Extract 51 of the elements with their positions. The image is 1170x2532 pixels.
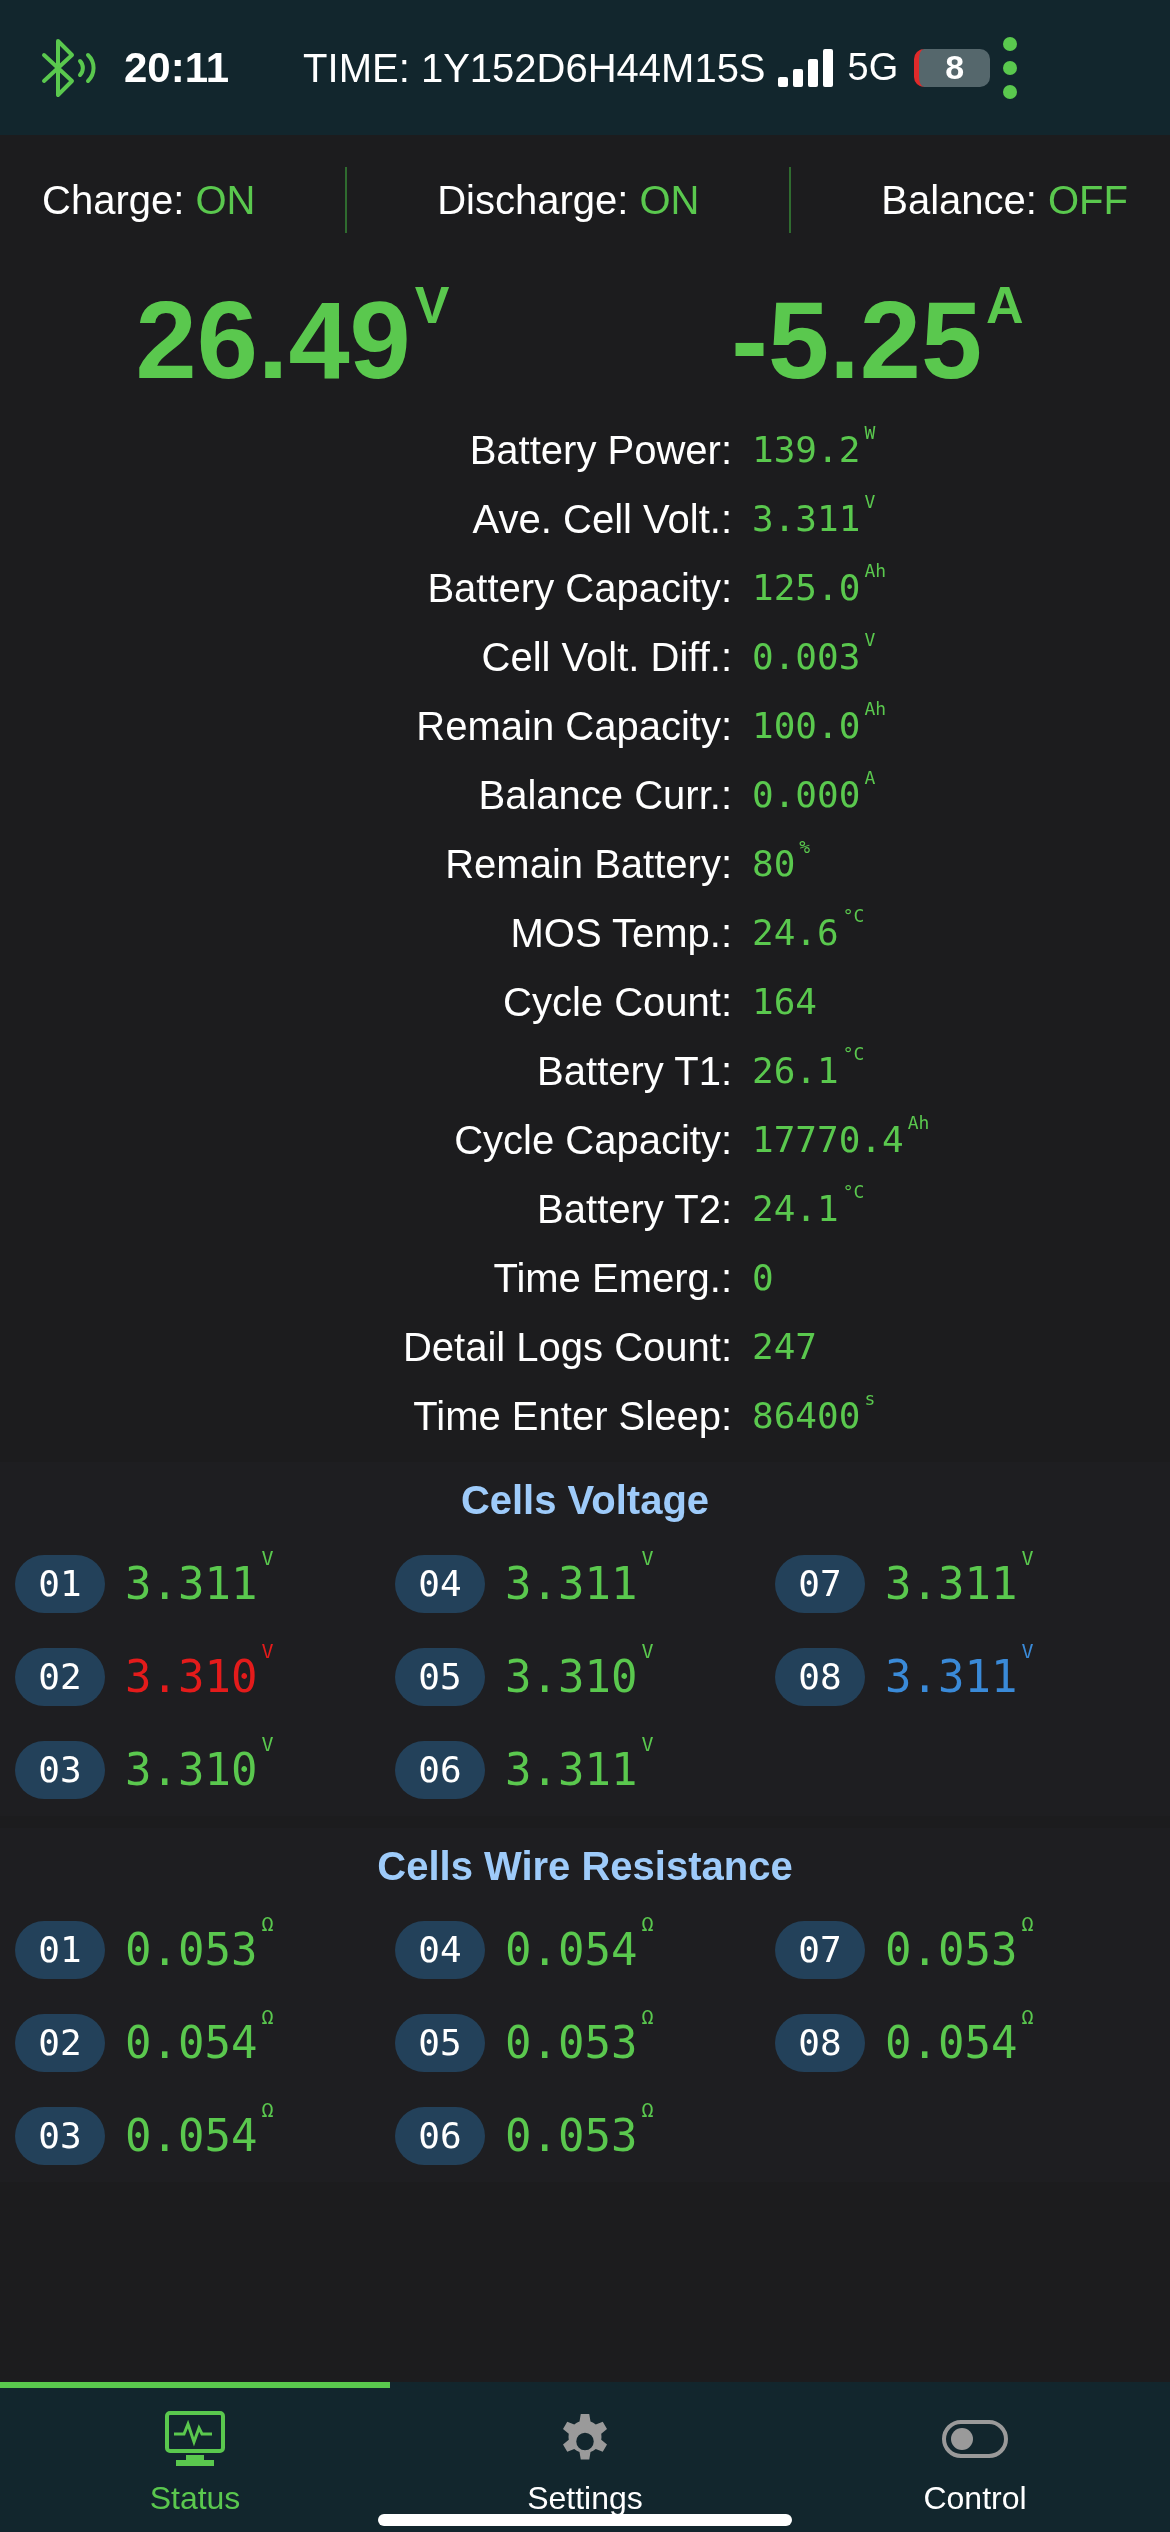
- stat-label: Detail Logs Count:: [401, 1323, 732, 1371]
- cell-number-badge: 08: [775, 2013, 865, 2072]
- stat-label: Time Enter Sleep:: [412, 1392, 732, 1440]
- tab-button[interactable]: Settings: [390, 2382, 780, 2532]
- cell-number-badge: 01: [15, 1554, 105, 1613]
- cell-number-badge: 05: [395, 1647, 485, 1706]
- stat-value: 80%: [752, 836, 811, 886]
- cell-number-badge: 03: [15, 2106, 105, 2165]
- cell-number-badge: 06: [395, 1740, 485, 1799]
- stat-label: Remain Battery:: [444, 840, 732, 888]
- stat-label: Battery T2:: [536, 1185, 732, 1233]
- cell-number-badge: 02: [15, 1647, 105, 1706]
- tab-button[interactable]: Control: [780, 2382, 1170, 2532]
- stat-value: 0: [752, 1255, 774, 1300]
- battery-indicator: 8: [914, 48, 991, 87]
- stat-label: Battery Power:: [468, 426, 732, 474]
- switch-status: Charge: ON: [42, 177, 256, 224]
- clock-time: 20:11: [124, 43, 230, 93]
- cell-number-badge: 05: [395, 2013, 485, 2072]
- stat-label: Cell Volt. Diff.:: [480, 633, 732, 681]
- cell-number-badge: 08: [775, 1647, 865, 1706]
- network-label: 5G: [847, 45, 899, 90]
- switch-status: Balance: OFF: [881, 177, 1128, 224]
- runtime-text: TIME: 1Y152D6H44M15S: [303, 44, 766, 92]
- section-title: Cells Wire Resistance: [376, 1842, 794, 1890]
- cell-number-badge: 07: [775, 1554, 865, 1613]
- cell-number-badge: 03: [15, 1740, 105, 1799]
- stat-label: MOS Temp.:: [509, 909, 732, 957]
- stat-value: 164: [752, 979, 818, 1024]
- tab-button[interactable]: Status: [0, 2382, 390, 2532]
- stat-label: Cycle Count:: [502, 978, 732, 1026]
- stat-label: Balance Curr.:: [477, 771, 732, 819]
- cell-number-badge: 01: [15, 1920, 105, 1979]
- cell-number-badge: 07: [775, 1920, 865, 1979]
- cell-number-badge: 04: [395, 1554, 485, 1613]
- toggle-icon: [941, 2419, 1009, 2459]
- stat-value: 247: [752, 1324, 818, 1369]
- section-title: Cells Voltage: [459, 1476, 711, 1524]
- signal-icon: [777, 48, 836, 87]
- stat-label: Time Emerg.:: [492, 1254, 732, 1302]
- cell-number-badge: 06: [395, 2106, 485, 2165]
- stat-label: Battery T1:: [536, 1047, 732, 1095]
- more-icon: [1002, 35, 1019, 100]
- cell-number-badge: 04: [395, 1920, 485, 1979]
- stat-label: Remain Capacity:: [415, 702, 732, 750]
- switch-status: Discharge: ON: [437, 177, 700, 224]
- stat-label: Ave. Cell Volt.:: [471, 495, 732, 543]
- stat-label: Battery Capacity:: [426, 564, 732, 612]
- stat-label: Cycle Capacity:: [453, 1116, 732, 1164]
- monitor-icon: [164, 2410, 226, 2468]
- cell-number-badge: 02: [15, 2013, 105, 2072]
